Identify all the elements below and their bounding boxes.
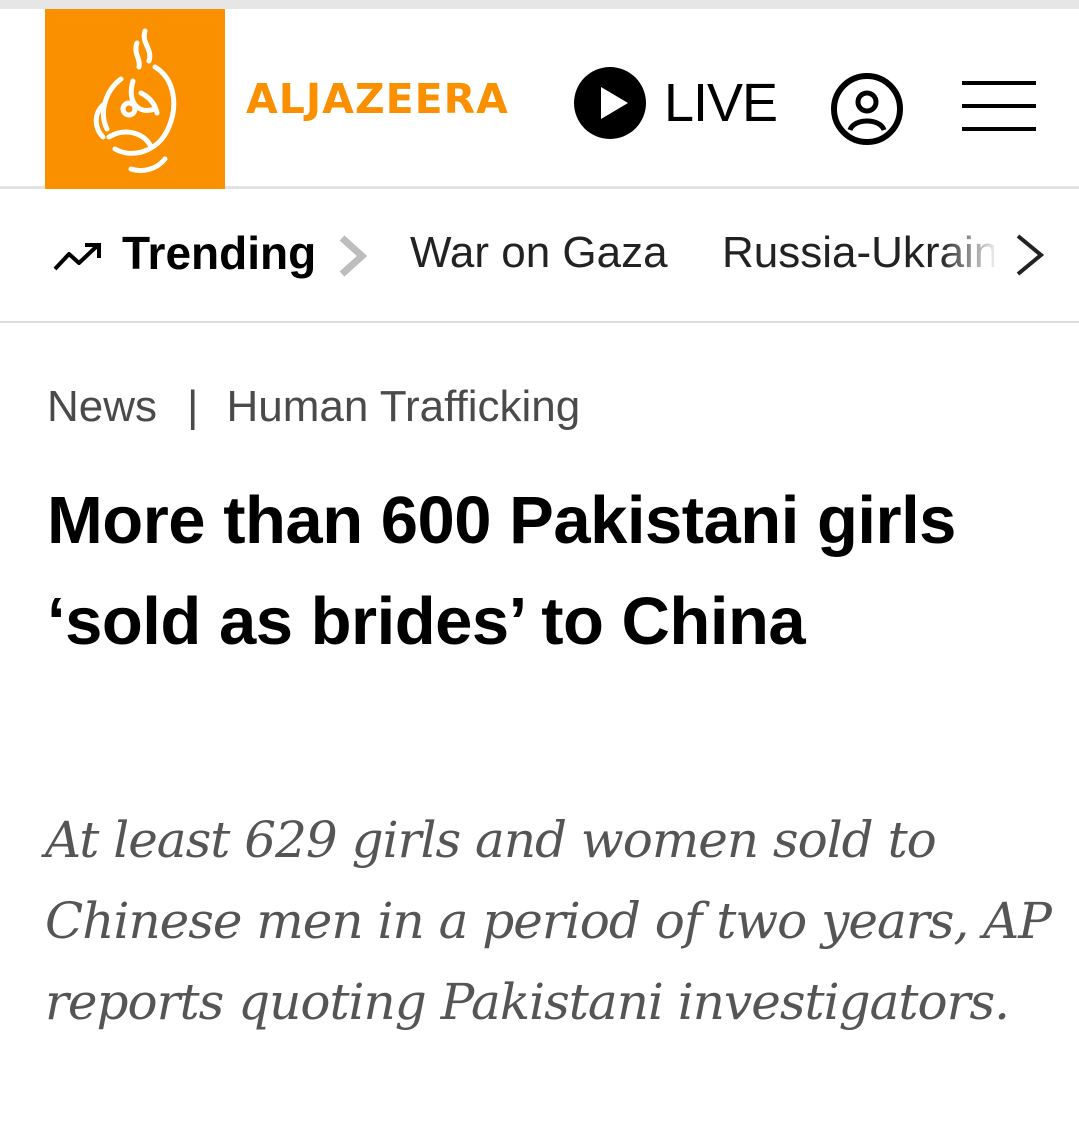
site-header: ALJAZEERA LIVE bbox=[0, 9, 1079, 189]
article-headline: More than 600 Pakistani girls ‘sold as b… bbox=[47, 483, 956, 659]
status-strip bbox=[0, 0, 1079, 9]
trending-item-war-on-gaza[interactable]: War on Gaza bbox=[410, 228, 668, 278]
brand-wordmark[interactable]: ALJAZEERA bbox=[246, 73, 509, 125]
article-standfirst: At least 629 girls and women sold to Chi… bbox=[45, 811, 1052, 1031]
account-icon[interactable] bbox=[830, 72, 904, 151]
scroll-right-chevron-icon[interactable] bbox=[1014, 232, 1046, 278]
breadcrumb: News | Human Trafficking bbox=[47, 382, 580, 432]
trending-arrow-icon bbox=[53, 243, 101, 271]
play-icon bbox=[574, 67, 646, 139]
aljazeera-logo-icon[interactable] bbox=[45, 9, 225, 189]
hamburger-menu-icon[interactable] bbox=[962, 81, 1036, 150]
chevron-right-icon bbox=[339, 235, 368, 277]
fade-overlay bbox=[940, 222, 1000, 282]
trending-label[interactable]: Trending bbox=[122, 226, 316, 280]
breadcrumb-separator: | bbox=[187, 382, 199, 431]
live-label: LIVE bbox=[664, 73, 778, 133]
live-button[interactable]: LIVE bbox=[574, 67, 778, 139]
breadcrumb-news[interactable]: News bbox=[47, 382, 157, 431]
breadcrumb-human-trafficking[interactable]: Human Trafficking bbox=[226, 382, 580, 431]
